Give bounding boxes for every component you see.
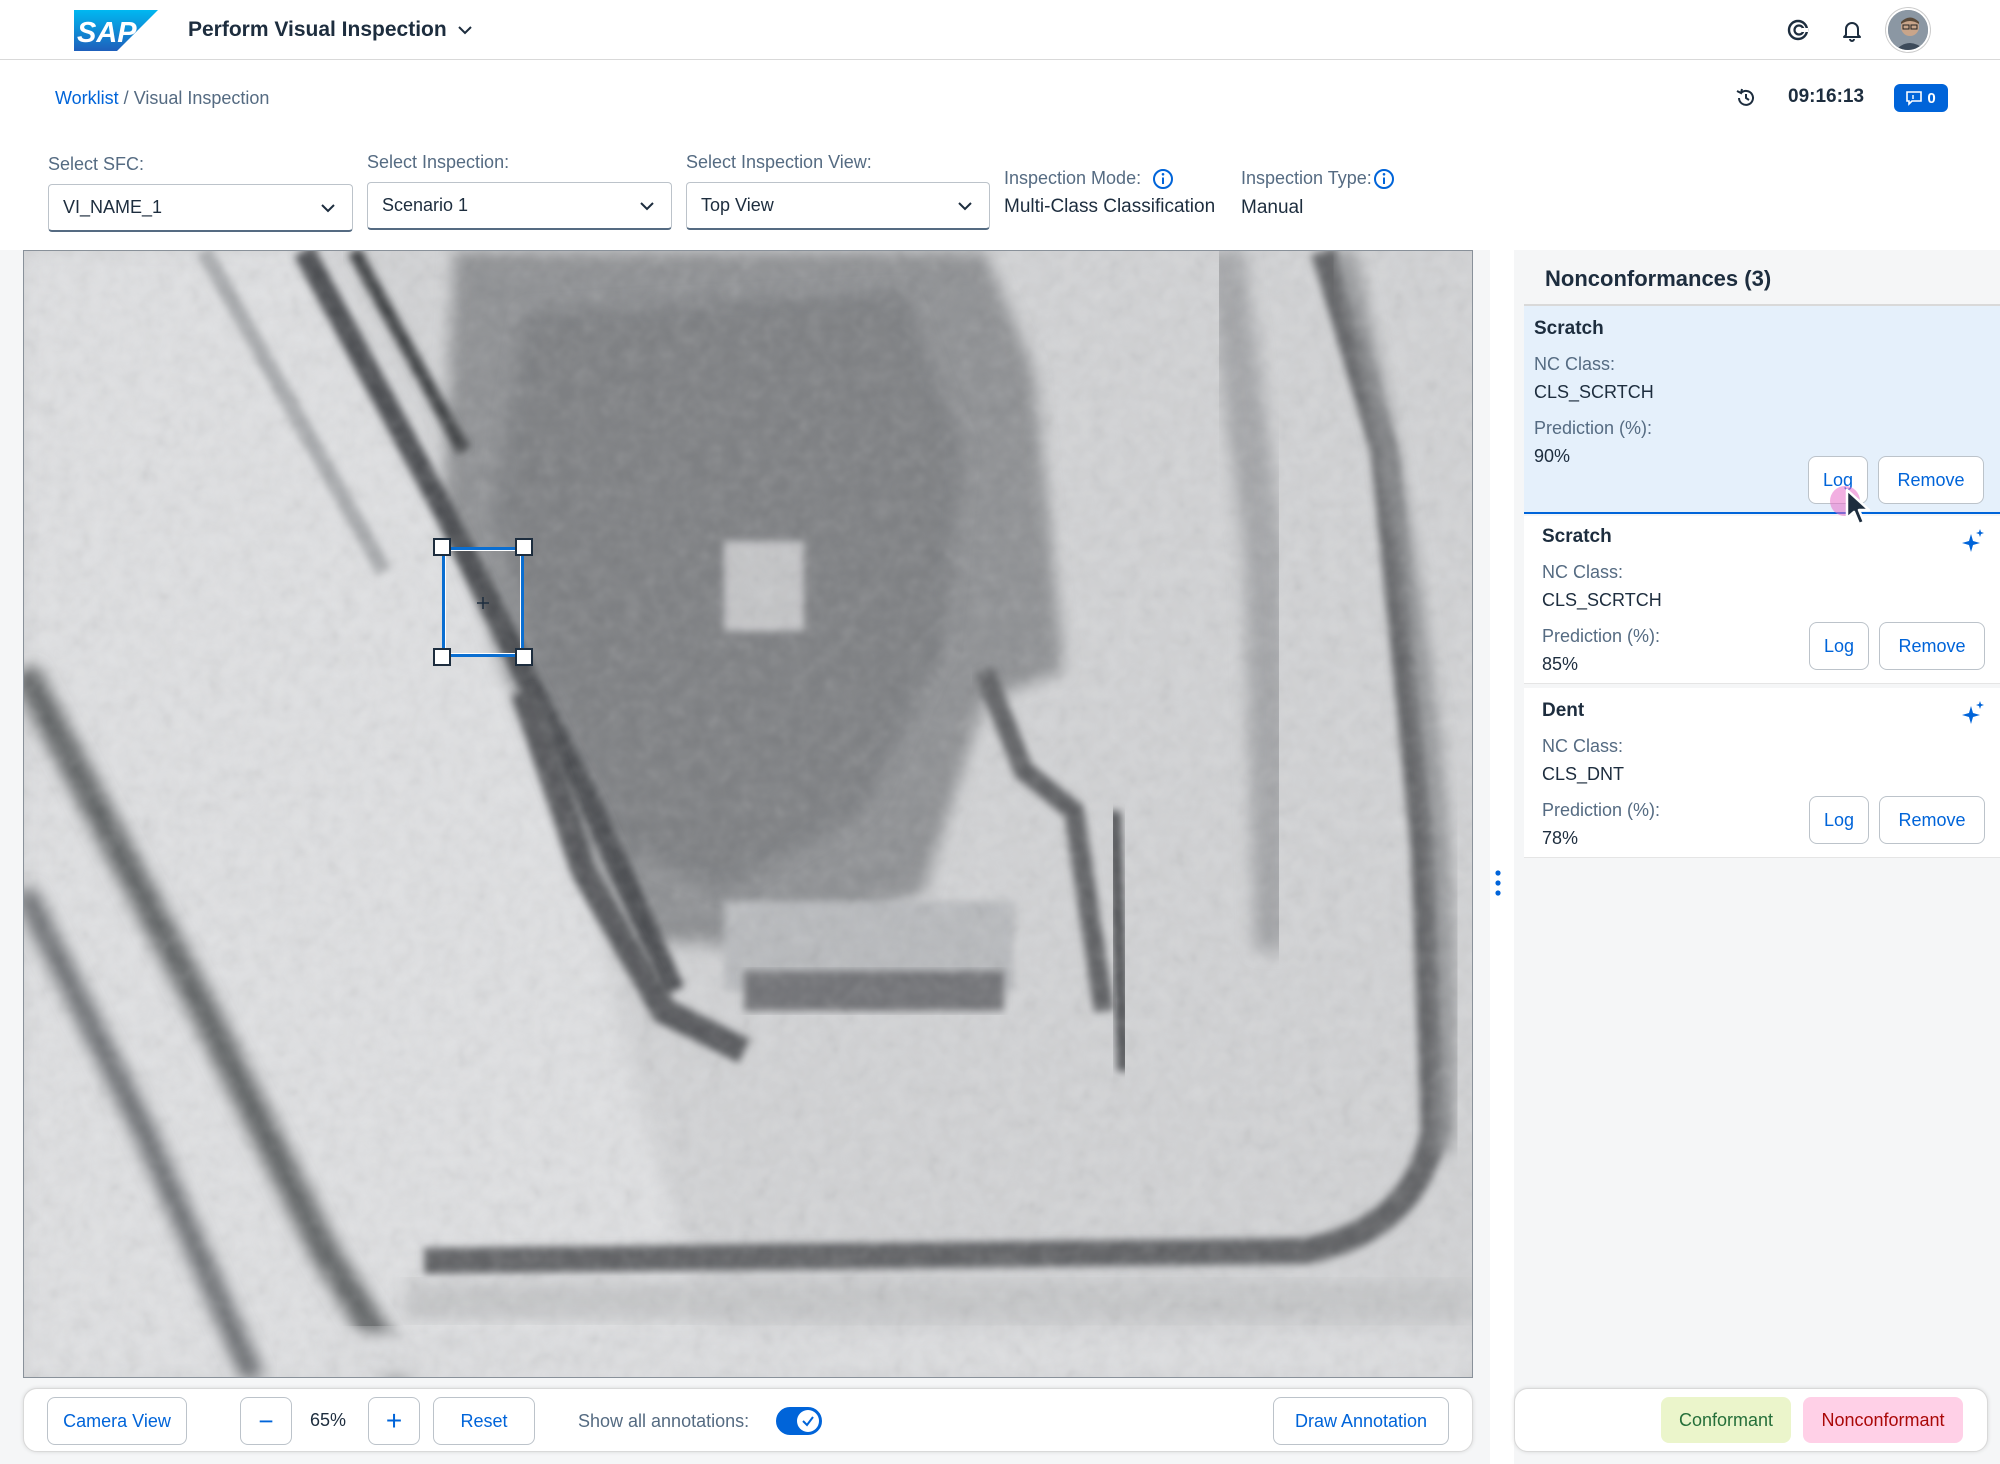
inspection-mode-label: Inspection Mode:: [1004, 168, 1142, 188]
inspection-view-label: Select Inspection View:: [686, 152, 872, 172]
joule-icon[interactable]: [1784, 16, 1812, 44]
prediction-value: 85%: [1542, 654, 1579, 674]
nc-card-3[interactable]: Dent NC Class: CLS_DNT Prediction (%): 7…: [1524, 688, 2000, 858]
zoom-out-button[interactable]: −: [240, 1397, 292, 1445]
chevron-down-icon: [640, 202, 654, 211]
inspection-image: [24, 251, 1472, 1377]
message-count: 0: [1927, 89, 1936, 107]
chevron-down-icon: [457, 26, 472, 35]
inspection-mode-label-group: Inspection Mode:: [1004, 168, 1174, 190]
cursor-highlight: [1830, 486, 1860, 516]
breadcrumb: Worklist / Visual Inspection: [55, 88, 269, 109]
log-button[interactable]: Log: [1809, 622, 1869, 670]
zoom-in-button[interactable]: +: [368, 1397, 420, 1445]
remove-button[interactable]: Remove: [1878, 456, 1984, 504]
sfc-select[interactable]: VI_NAME_1: [48, 184, 353, 232]
app-title: Perform Visual Inspection: [188, 18, 447, 41]
sap-logo[interactable]: SAP: [74, 10, 158, 51]
zoom-level: 65%: [310, 1410, 347, 1430]
inspection-select[interactable]: Scenario 1: [367, 182, 672, 230]
ai-sparkle-icon: [1962, 701, 1984, 724]
user-avatar[interactable]: [1886, 8, 1930, 52]
viewer-toolbar: Camera View − 65% + Reset Show all annot…: [23, 1388, 1473, 1452]
resize-handle-bottom-right[interactable]: [515, 648, 533, 666]
nc-class-label: NC Class:: [1542, 562, 1624, 582]
inspection-type-label: Inspection Type:: [1241, 168, 1372, 188]
inspection-type-value: Manual: [1241, 197, 1304, 218]
nc-name: Scratch: [1542, 526, 1612, 547]
prediction-label: Prediction (%):: [1542, 800, 1661, 820]
decision-action-bar: Conformant Nonconformant: [1514, 1388, 1988, 1452]
history-icon[interactable]: [1734, 86, 1758, 110]
nc-card-2[interactable]: Scratch NC Class: CLS_SCRTCH Prediction …: [1524, 516, 2000, 684]
nc-name: Scratch: [1534, 318, 1604, 339]
notification-bell-icon[interactable]: [1838, 16, 1866, 44]
sfc-label: Select SFC:: [48, 154, 145, 174]
breadcrumb-separator: /: [118, 88, 134, 108]
info-icon[interactable]: [1373, 168, 1395, 190]
nc-name: Dent: [1542, 700, 1585, 721]
nc-class-label: NC Class:: [1542, 736, 1624, 756]
sap-logo-text: SAP: [77, 17, 137, 49]
reset-button[interactable]: Reset: [433, 1397, 535, 1445]
annotation-box[interactable]: [433, 538, 533, 666]
toggle-knob: [797, 1410, 819, 1432]
inspection-image-canvas[interactable]: [23, 250, 1473, 1378]
resize-handle-top-right[interactable]: [515, 538, 533, 556]
remove-button[interactable]: Remove: [1879, 796, 1985, 844]
prediction-value: 78%: [1542, 828, 1579, 848]
nc-class-value: CLS_DNT: [1542, 764, 1625, 784]
nc-card-1[interactable]: Scratch NC Class: CLS_SCRTCH Prediction …: [1524, 306, 2000, 514]
crosshair-icon: [477, 597, 489, 609]
panel-splitter[interactable]: [1490, 250, 1514, 1464]
sfc-value: VI_NAME_1: [63, 197, 163, 217]
log-button[interactable]: Log: [1809, 796, 1869, 844]
nonconformant-button[interactable]: Nonconformant: [1803, 1397, 1963, 1443]
breadcrumb-worklist-link[interactable]: Worklist: [55, 88, 119, 108]
nc-class-label: NC Class:: [1534, 354, 1616, 374]
info-icon[interactable]: [1152, 168, 1174, 190]
inspection-view-value: Top View: [701, 195, 774, 215]
shell-bar: SAP Perform Visual Inspection: [0, 0, 2000, 60]
prediction-label: Prediction (%):: [1542, 626, 1661, 646]
show-annotations-label: Show all annotations:: [578, 1411, 750, 1431]
nc-class-value: CLS_SCRTCH: [1542, 590, 1662, 610]
chevron-down-icon: [958, 202, 972, 211]
breadcrumb-current: Visual Inspection: [133, 88, 270, 108]
inspection-value: Scenario 1: [382, 195, 469, 215]
chevron-down-icon: [321, 204, 335, 213]
conformant-button[interactable]: Conformant: [1661, 1397, 1791, 1443]
show-annotations-toggle[interactable]: [776, 1407, 822, 1435]
draw-annotation-button[interactable]: Draw Annotation: [1273, 1397, 1449, 1445]
prediction-label: Prediction (%):: [1534, 418, 1653, 438]
inspection-type-label-group: Inspection Type:: [1241, 168, 1395, 190]
resize-handle-top-left[interactable]: [433, 538, 451, 556]
nc-class-value: CLS_SCRTCH: [1534, 382, 1654, 402]
inspection-view-select[interactable]: Top View: [686, 182, 990, 230]
camera-view-button[interactable]: Camera View: [47, 1397, 187, 1445]
resize-handle-bottom-left[interactable]: [433, 648, 451, 666]
nonconformances-title: Nonconformances (3): [1545, 266, 1772, 291]
inspection-mode-value: Multi-Class Classification: [1004, 196, 1216, 217]
inspection-label: Select Inspection:: [367, 152, 510, 172]
messages-button[interactable]: 0: [1894, 84, 1948, 112]
remove-button[interactable]: Remove: [1879, 622, 1985, 670]
ai-sparkle-icon: [1962, 529, 1984, 552]
session-timer: 09:16:13: [1788, 86, 1865, 107]
message-icon: [1906, 91, 1923, 106]
checkmark-icon: [802, 1416, 814, 1427]
app-title-menu[interactable]: Perform Visual Inspection: [188, 18, 473, 42]
prediction-value: 90%: [1534, 446, 1571, 466]
more-vertical-icon[interactable]: [1494, 870, 1502, 896]
